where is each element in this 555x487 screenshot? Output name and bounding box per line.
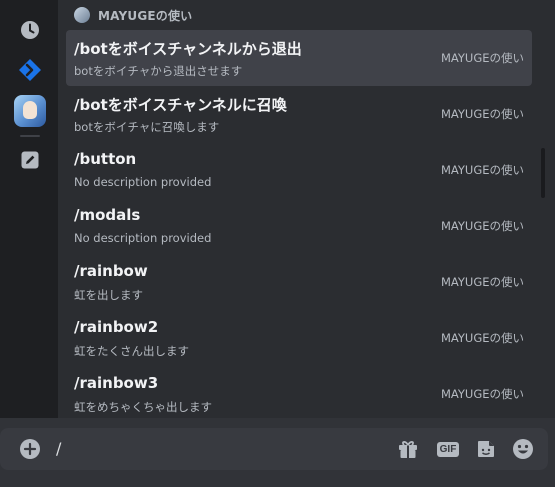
emoji-icon xyxy=(513,439,533,459)
sticker-icon xyxy=(478,441,494,457)
bot-commands-button[interactable] xyxy=(14,95,46,127)
bot-avatar xyxy=(74,7,90,23)
command-name: /rainbow xyxy=(74,262,148,280)
command-source: MAYUGEの使い xyxy=(440,51,524,65)
bot-avatar xyxy=(14,95,46,127)
command-list: MAYUGEの使い /botをボイスチャンネルから退出 botをボイチャから退出… xyxy=(66,0,532,418)
command-name: /rainbow2 xyxy=(74,318,159,336)
rail-divider xyxy=(20,135,40,137)
command-description: 虹をめちゃくちゃ出します xyxy=(74,400,212,414)
command-section-header: MAYUGEの使い xyxy=(66,0,532,30)
command-item[interactable]: /botをボイスチャンネルから退出 botをボイチャから退出させます MAYUG… xyxy=(66,30,532,86)
command-autocomplete-popup: MAYUGEの使い /botをボイスチャンネルから退出 botをボイチャから退出… xyxy=(0,0,555,418)
command-item[interactable]: /rainbow3 虹をめちゃくちゃ出します MAYUGEの使い xyxy=(66,366,532,418)
gif-icon: GIF xyxy=(436,441,460,457)
recent-commands-button[interactable] xyxy=(14,14,46,46)
command-name: /rainbow3 xyxy=(74,374,159,392)
pencil-icon xyxy=(21,151,39,169)
command-description: No description provided xyxy=(74,175,212,189)
command-description: 虹をたくさん出します xyxy=(74,344,189,358)
message-composer: / GIF xyxy=(0,428,548,470)
command-source-rail xyxy=(0,0,58,418)
command-item[interactable]: /rainbow2 虹をたくさん出します MAYUGEの使い xyxy=(66,310,532,366)
command-description: No description provided xyxy=(74,231,212,245)
gift-button[interactable] xyxy=(396,437,420,461)
command-source: MAYUGEの使い xyxy=(440,387,524,401)
command-description: botをボイチャに召喚します xyxy=(74,120,220,134)
command-source: MAYUGEの使い xyxy=(440,331,524,345)
command-name: /botをボイスチャンネルから退出 xyxy=(74,40,302,58)
command-name: /botをボイスチャンネルに召喚 xyxy=(74,96,287,114)
app-directory-button[interactable] xyxy=(14,54,46,86)
scrollbar-thumb[interactable] xyxy=(541,148,545,198)
command-name: /modals xyxy=(74,206,141,224)
command-source: MAYUGEの使い xyxy=(440,219,524,233)
command-item[interactable]: /botをボイスチャンネルに召喚 botをボイチャに召喚します MAYUGEの使… xyxy=(66,86,532,142)
plus-circle-icon xyxy=(20,439,40,459)
command-source: MAYUGEの使い xyxy=(440,107,524,121)
upload-button[interactable] xyxy=(18,437,42,461)
gif-button[interactable]: GIF xyxy=(434,437,462,461)
message-input[interactable]: / xyxy=(56,439,61,458)
section-title: MAYUGEの使い xyxy=(98,8,193,23)
command-description: botをボイチャから退出させます xyxy=(74,64,243,78)
gift-icon xyxy=(399,441,417,458)
command-item[interactable]: /rainbow 虹を出します MAYUGEの使い xyxy=(66,254,532,310)
clock-icon xyxy=(21,21,39,39)
command-item[interactable]: /button No description provided MAYUGEの使… xyxy=(66,142,532,198)
command-name: /button xyxy=(74,150,137,168)
sticker-button[interactable] xyxy=(474,437,498,461)
command-description: 虹を出します xyxy=(74,288,143,302)
app-directory-icon xyxy=(19,59,41,81)
built-in-commands-button[interactable] xyxy=(14,144,46,176)
command-source: MAYUGEの使い xyxy=(440,275,524,289)
emoji-button[interactable] xyxy=(511,437,535,461)
command-source: MAYUGEの使い xyxy=(440,163,524,177)
command-item[interactable]: /modals No description provided MAYUGEの使… xyxy=(66,198,532,254)
